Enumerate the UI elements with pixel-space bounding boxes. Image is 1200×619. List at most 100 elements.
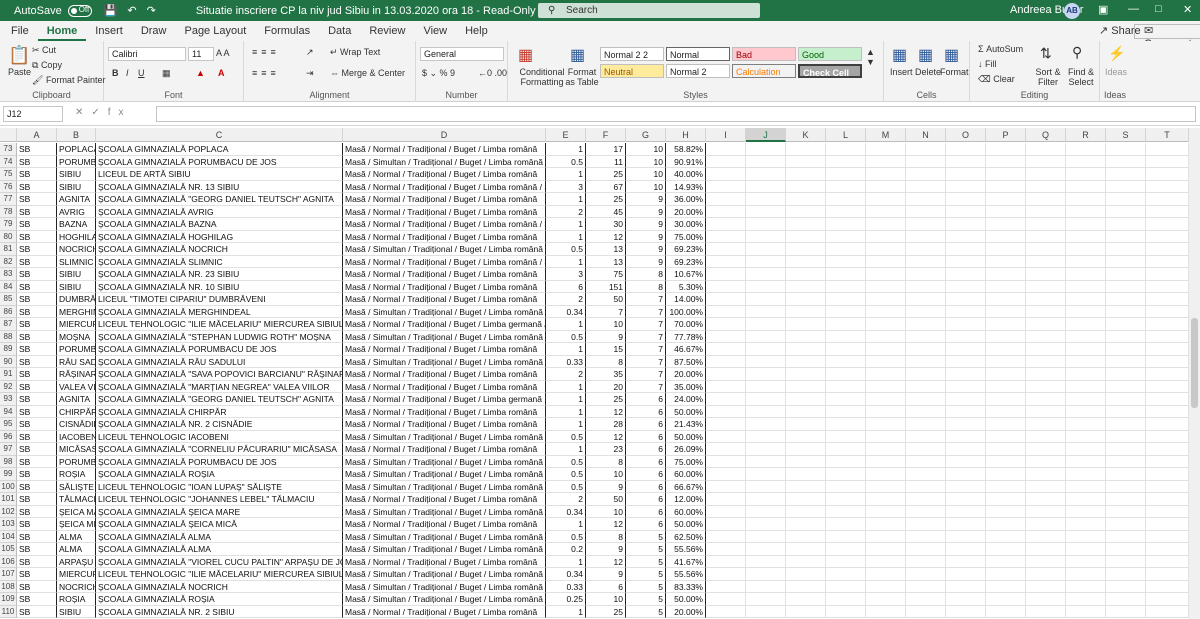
empty-cell[interactable]: [946, 568, 986, 581]
style-normal[interactable]: Normal: [666, 47, 730, 61]
empty-cell[interactable]: [706, 168, 746, 181]
empty-cell[interactable]: [906, 455, 946, 468]
restore-icon[interactable]: □: [1155, 3, 1162, 15]
empty-cell[interactable]: [1066, 218, 1106, 231]
table-cell[interactable]: 70.00%: [666, 318, 706, 331]
table-cell[interactable]: Masă / Normal / Tradițional / Buget / Li…: [343, 555, 546, 568]
empty-cell[interactable]: [1146, 443, 1189, 456]
empty-cell[interactable]: [826, 480, 866, 493]
empty-cell[interactable]: [986, 605, 1026, 618]
empty-cell[interactable]: [986, 518, 1026, 531]
empty-cell[interactable]: [706, 293, 746, 306]
table-cell[interactable]: 1: [546, 318, 586, 331]
empty-cell[interactable]: [866, 218, 906, 231]
empty-cell[interactable]: [1066, 543, 1106, 556]
table-cell[interactable]: 45: [586, 205, 626, 218]
empty-cell[interactable]: [1106, 393, 1146, 406]
empty-cell[interactable]: [986, 255, 1026, 268]
table-cell[interactable]: 1: [546, 393, 586, 406]
table-cell[interactable]: SB: [17, 280, 57, 293]
table-cell[interactable]: Masă / Normal / Tradițional / Buget / Li…: [343, 368, 546, 381]
table-cell[interactable]: 23: [586, 443, 626, 456]
empty-cell[interactable]: [1066, 568, 1106, 581]
table-cell[interactable]: SB: [17, 205, 57, 218]
conditional-formatting-icon[interactable]: ▦: [518, 45, 533, 65]
table-cell[interactable]: 0.34: [546, 505, 586, 518]
empty-cell[interactable]: [866, 168, 906, 181]
empty-cell[interactable]: [746, 518, 786, 531]
format-as-table-icon[interactable]: ▦: [570, 45, 585, 65]
empty-cell[interactable]: [986, 143, 1026, 156]
table-cell[interactable]: LICEUL TEHNOLOGIC IACOBENI: [96, 430, 343, 443]
table-cell[interactable]: SB: [17, 530, 57, 543]
empty-cell[interactable]: [786, 368, 826, 381]
empty-cell[interactable]: [786, 180, 826, 193]
table-cell[interactable]: ȘCOALA GIMNAZIALĂ NR. 23 SIBIU: [96, 268, 343, 281]
empty-cell[interactable]: [826, 218, 866, 231]
table-cell[interactable]: 8: [586, 530, 626, 543]
row-header[interactable]: 94: [0, 405, 17, 418]
empty-cell[interactable]: [1026, 280, 1066, 293]
row-header[interactable]: 110: [0, 605, 17, 618]
empty-cell[interactable]: [786, 555, 826, 568]
empty-cell[interactable]: [746, 143, 786, 156]
empty-cell[interactable]: [706, 455, 746, 468]
table-cell[interactable]: PORUMBACU DE JOS: [57, 343, 96, 356]
empty-cell[interactable]: [986, 568, 1026, 581]
table-cell[interactable]: 35.00%: [666, 380, 706, 393]
empty-cell[interactable]: [946, 580, 986, 593]
table-cell[interactable]: 2: [546, 293, 586, 306]
empty-cell[interactable]: [946, 468, 986, 481]
empty-cell[interactable]: [746, 243, 786, 256]
row-header[interactable]: 97: [0, 443, 17, 456]
table-cell[interactable]: SB: [17, 243, 57, 256]
empty-cell[interactable]: [746, 280, 786, 293]
table-cell[interactable]: Masă / Simultan / Tradițional / Buget / …: [343, 243, 546, 256]
empty-cell[interactable]: [1146, 343, 1189, 356]
empty-cell[interactable]: [1146, 593, 1189, 606]
table-cell[interactable]: Masă / Normal / Tradițional / Buget / Li…: [343, 343, 546, 356]
table-cell[interactable]: SB: [17, 230, 57, 243]
table-cell[interactable]: ALMA: [57, 530, 96, 543]
tab-view[interactable]: View: [414, 21, 456, 41]
empty-cell[interactable]: [1106, 430, 1146, 443]
empty-cell[interactable]: [746, 580, 786, 593]
empty-cell[interactable]: [986, 218, 1026, 231]
table-cell[interactable]: 3: [546, 268, 586, 281]
empty-cell[interactable]: [1066, 580, 1106, 593]
empty-cell[interactable]: [746, 605, 786, 618]
empty-cell[interactable]: [946, 455, 986, 468]
empty-cell[interactable]: [746, 368, 786, 381]
table-cell[interactable]: ȘCOALA GIMNAZIALĂ MERGHINDEAL: [96, 305, 343, 318]
empty-cell[interactable]: [1026, 493, 1066, 506]
table-cell[interactable]: ȘCOALA GIMNAZIALĂ PORUMBACU DE JOS: [96, 455, 343, 468]
table-cell[interactable]: PORUMBACU DE JOS: [57, 155, 96, 168]
empty-cell[interactable]: [986, 180, 1026, 193]
empty-cell[interactable]: [946, 155, 986, 168]
table-cell[interactable]: 9: [626, 193, 666, 206]
empty-cell[interactable]: [866, 605, 906, 618]
number-format-select[interactable]: General: [420, 47, 504, 61]
italic-button[interactable]: I: [126, 68, 129, 78]
empty-cell[interactable]: [866, 468, 906, 481]
empty-cell[interactable]: [1026, 480, 1066, 493]
empty-cell[interactable]: [1026, 205, 1066, 218]
empty-cell[interactable]: [906, 493, 946, 506]
table-cell[interactable]: SIBIU: [57, 605, 96, 618]
table-cell[interactable]: 0.5: [546, 480, 586, 493]
row-header[interactable]: 103: [0, 518, 17, 531]
empty-cell[interactable]: [786, 218, 826, 231]
empty-cell[interactable]: [1066, 268, 1106, 281]
table-cell[interactable]: Masă / Normal / Tradițional / Buget / Li…: [343, 405, 546, 418]
table-cell[interactable]: 6: [626, 518, 666, 531]
table-cell[interactable]: Masă / Simultan / Tradițional / Buget / …: [343, 455, 546, 468]
empty-cell[interactable]: [906, 218, 946, 231]
table-cell[interactable]: 14.93%: [666, 180, 706, 193]
comments-button[interactable]: ✉ Comments: [1134, 24, 1200, 50]
row-header[interactable]: 107: [0, 568, 17, 581]
table-cell[interactable]: 6: [626, 480, 666, 493]
empty-cell[interactable]: [786, 280, 826, 293]
empty-cell[interactable]: [986, 193, 1026, 206]
table-cell[interactable]: SB: [17, 405, 57, 418]
table-cell[interactable]: 12.00%: [666, 493, 706, 506]
